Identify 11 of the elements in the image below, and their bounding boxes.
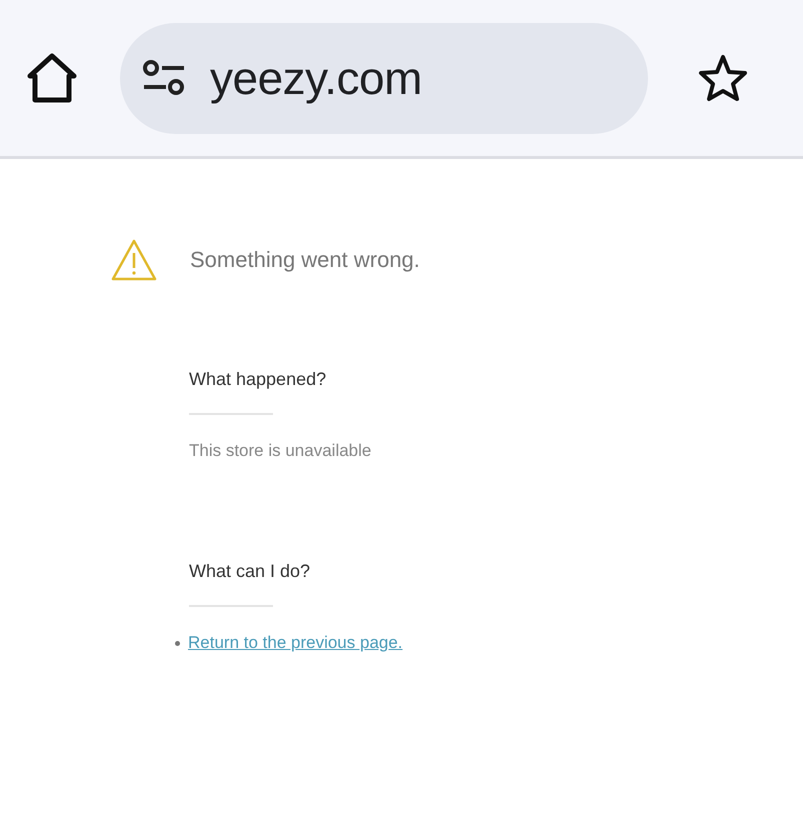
- section-heading: What can I do?: [189, 561, 312, 582]
- error-message: Something went wrong.: [190, 247, 420, 273]
- star-icon[interactable]: [698, 54, 748, 102]
- section-heading: What happened?: [189, 369, 328, 390]
- bullet-icon: [175, 640, 180, 646]
- warning-icon: [111, 239, 157, 281]
- tune-icon[interactable]: [142, 60, 186, 96]
- home-icon[interactable]: [26, 52, 78, 104]
- explanation-text: This store is unavailable: [189, 441, 372, 461]
- address-bar[interactable]: yeezy.com: [120, 22, 648, 134]
- url-text: yeezy.com: [210, 51, 422, 105]
